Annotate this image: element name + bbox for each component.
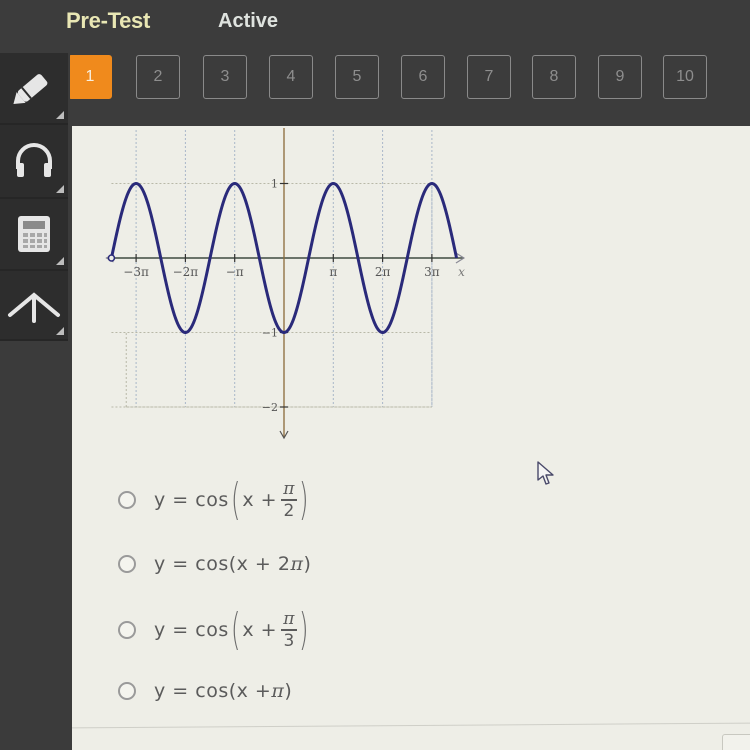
question-nav-9[interactable]: 9 (598, 55, 642, 99)
radio-button[interactable] (118, 621, 136, 639)
equation-suffix: ) (284, 680, 293, 702)
calculator-tool-button[interactable] (0, 199, 68, 271)
question-number: 4 (286, 68, 296, 85)
question-number: 10 (676, 68, 694, 85)
option-equation: y = cos(x + 2 π) (154, 553, 311, 575)
calculator-icon (18, 216, 50, 252)
answer-option-1[interactable]: y = cos ( x + π 2 ) (118, 478, 311, 522)
equation-suffix: ) (303, 553, 312, 575)
radio-button[interactable] (118, 491, 136, 509)
expand-corner-icon (56, 111, 64, 119)
headphones-icon (16, 143, 52, 177)
pi-symbol: π (271, 680, 285, 702)
pencil-icon (13, 74, 48, 104)
denominator: 2 (283, 500, 295, 521)
question-nav-6[interactable]: 6 (401, 55, 445, 99)
left-paren: ( (230, 604, 241, 655)
question-number: 9 (615, 68, 625, 85)
curve-endpoint (107, 254, 116, 262)
numerator: π (283, 608, 295, 629)
question-number: 3 (220, 68, 230, 85)
fraction: π 2 (281, 478, 298, 521)
x-tick-label: −π (226, 265, 244, 279)
mouse-cursor-icon (537, 461, 554, 485)
next-button[interactable] (722, 734, 750, 750)
question-number: 5 (352, 68, 362, 85)
question-number: 6 (418, 68, 428, 85)
x-tick-label: π (329, 265, 337, 279)
option-equation: y = cos ( x + π 3 ) (154, 608, 311, 652)
test-title: Pre-Test (66, 8, 150, 33)
header-bar: Pre-Test Active 1 2 3 4 5 6 7 8 9 10 (0, 0, 750, 126)
question-nav-3[interactable]: 3 (203, 55, 247, 99)
numerator: π (283, 478, 295, 499)
option-equation: y = cos ( x + π 2 ) (154, 478, 311, 522)
right-paren: ) (299, 604, 309, 655)
expand-corner-icon (56, 327, 64, 335)
y-tick-label: −1 (262, 327, 278, 340)
question-nav-10[interactable]: 10 (663, 55, 707, 99)
x-tick-label: 2π (375, 265, 391, 279)
equation-inner: x + (242, 619, 278, 641)
question-nav-5[interactable]: 5 (335, 55, 379, 99)
x-axis-label: x (458, 265, 465, 279)
tool-sidebar (0, 53, 70, 750)
question-number: 8 (549, 68, 559, 85)
question-nav-1[interactable]: 1 (68, 55, 112, 99)
radio-button[interactable] (118, 555, 136, 573)
expand-corner-icon (56, 185, 64, 193)
reference-tool-button[interactable] (0, 271, 68, 341)
left-paren: ( (230, 474, 241, 525)
denominator: 3 (283, 630, 295, 651)
equation-inner: x + (242, 489, 278, 511)
answer-option-2[interactable]: y = cos(x + 2 π) (118, 553, 311, 575)
y-tick-label: −2 (262, 401, 278, 414)
x-tick-label: 3π (424, 265, 440, 279)
pencil-tool-button[interactable] (0, 53, 68, 125)
question-nav-8[interactable]: 8 (532, 55, 576, 99)
question-number: 1 (85, 68, 95, 85)
fraction: π 3 (281, 608, 298, 651)
equation-prefix: y = cos (154, 489, 229, 511)
y-tick-label: 1 (271, 178, 278, 191)
right-paren: ) (299, 474, 309, 525)
equation-prefix: y = cos(x + 2 (154, 553, 291, 575)
x-tick-label: −2π (173, 265, 199, 279)
question-nav-2[interactable]: 2 (136, 55, 180, 99)
answer-option-3[interactable]: y = cos ( x + π 3 ) (118, 608, 311, 652)
cosine-graph: −3π −2π −π π 2π 3π x 1 −1 −2 (105, 128, 465, 440)
question-number: 7 (484, 68, 494, 85)
test-status: Active (218, 10, 279, 32)
equation-prefix: y = cos (154, 619, 229, 641)
radio-button[interactable] (118, 682, 136, 700)
question-number: 2 (153, 68, 163, 85)
x-tick-label: −3π (123, 265, 149, 279)
audio-tool-button[interactable] (0, 125, 68, 199)
pi-symbol: π (290, 553, 304, 575)
option-equation: y = cos(x + π) (154, 680, 292, 702)
up-caret-icon (8, 292, 60, 323)
question-nav-7[interactable]: 7 (467, 55, 511, 99)
answer-option-4[interactable]: y = cos(x + π) (118, 680, 292, 702)
question-nav-4[interactable]: 4 (269, 55, 313, 99)
equation-prefix: y = cos(x + (154, 680, 272, 702)
expand-corner-icon (56, 257, 64, 265)
